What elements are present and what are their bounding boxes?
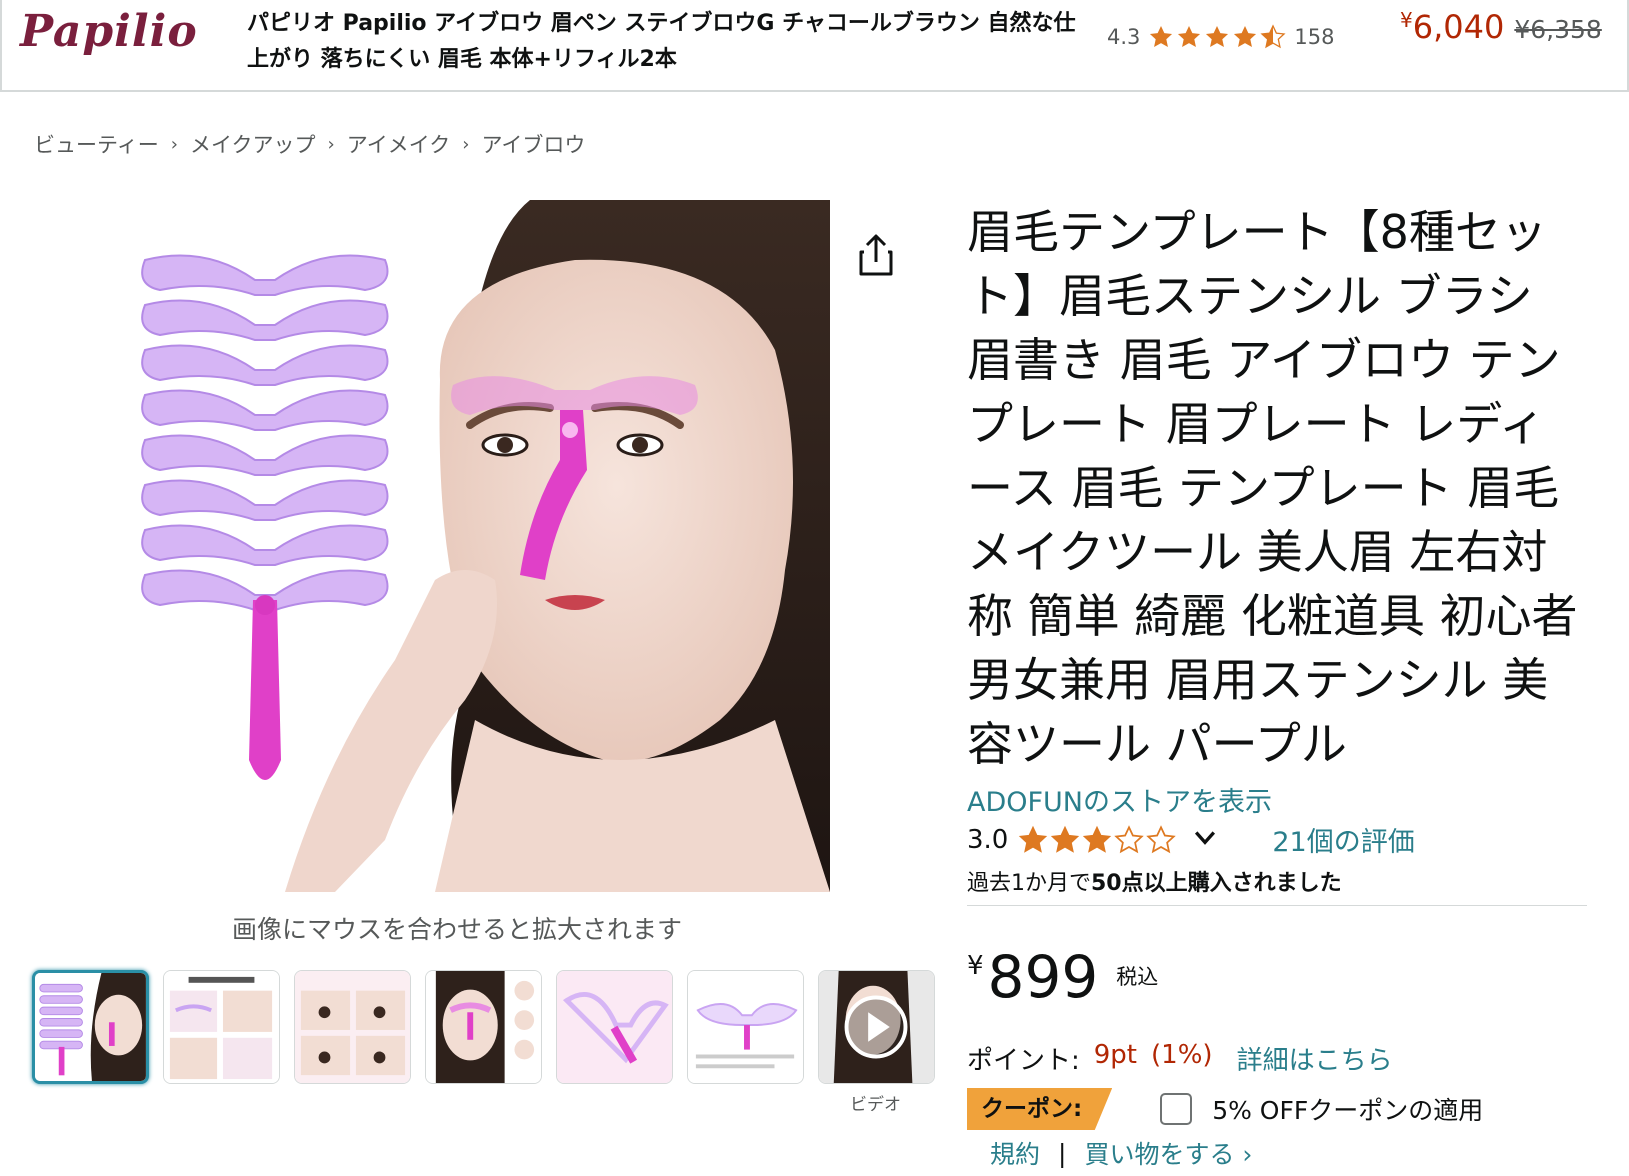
thumbnail-1[interactable] <box>32 970 149 1084</box>
star-rating[interactable] <box>1018 824 1177 855</box>
coupon-terms-row: 規約 | 買い物をする › <box>990 1135 1252 1171</box>
rating-value: 3.0 <box>967 824 1009 855</box>
divider <box>967 905 1587 906</box>
coupon-badge: クーポン: <box>967 1088 1113 1130</box>
empty-star-icon <box>1114 824 1145 855</box>
banner-current-price: ¥6,040 <box>1400 8 1504 46</box>
banner-star-rating <box>1148 24 1286 50</box>
points-row: ポイント: 9pt (1%) 詳細はこちら <box>967 1040 1393 1077</box>
breadcrumb-item-makeup[interactable]: メイクアップ <box>190 129 316 159</box>
price: ¥ 899 税込 <box>967 945 1158 1009</box>
star-icon <box>1050 825 1080 855</box>
thumbnail-image <box>426 971 541 1083</box>
banner-product-title[interactable]: パピリオ Papilio アイブロウ 眉ペン ステイブロウG チャコールブラウン… <box>247 6 1077 78</box>
star-icon <box>1232 24 1258 50</box>
chevron-down-icon[interactable] <box>1194 827 1216 852</box>
reviews-link[interactable]: 21個の評価 <box>1272 820 1414 859</box>
thumbnail-image <box>35 973 146 1081</box>
brand-logo[interactable]: Papilio <box>20 6 198 57</box>
coupon-checkbox[interactable] <box>1160 1093 1193 1125</box>
purchase-stats-count: 50点以上購入されました <box>1091 871 1342 896</box>
thumbnail-5[interactable] <box>556 970 673 1084</box>
empty-star-icon <box>1146 824 1177 855</box>
banner-list-price: ¥6,358 <box>1514 15 1602 44</box>
tax-note: 税込 <box>1116 965 1159 989</box>
breadcrumb-separator: › <box>327 133 335 155</box>
breadcrumb-item-eyebrow[interactable]: アイブロウ <box>481 129 585 159</box>
shop-link[interactable]: 買い物をする › <box>1084 1135 1252 1171</box>
points-value: 9pt <box>1093 1040 1138 1070</box>
star-icon <box>1176 24 1202 50</box>
banner-rating-value: 4.3 <box>1107 25 1141 49</box>
banner-price-amount: 6,040 <box>1412 8 1505 46</box>
thumbnail-4[interactable] <box>425 970 542 1084</box>
banner-rating[interactable]: 4.3 158 <box>1107 24 1335 50</box>
coupon-row: クーポン: 5% OFFクーポンの適用 <box>967 1088 1483 1130</box>
purchase-stats: 過去1か月で50点以上購入されました <box>967 865 1342 897</box>
half-star-icon <box>1260 24 1286 50</box>
price-amount: 899 <box>987 943 1099 1011</box>
thumbnail-3[interactable] <box>294 970 411 1084</box>
banner-price[interactable]: ¥6,040 ¥6,358 <box>1400 8 1602 46</box>
sponsored-banner[interactable]: Papilio パピリオ Papilio アイブロウ 眉ペン ステイブロウG チ… <box>0 0 1629 92</box>
banner-currency-symbol: ¥ <box>1400 8 1413 32</box>
points-label: ポイント: <box>967 1046 1080 1076</box>
banner-rating-count: 158 <box>1294 25 1335 49</box>
purchase-stats-prefix: 過去1か月で <box>967 871 1091 896</box>
thumbnail-6[interactable] <box>687 970 804 1084</box>
zoom-hint: 画像にマウスを合わせると拡大されます <box>232 915 683 944</box>
store-link[interactable]: ADOFUNのストアを表示 <box>967 780 1272 819</box>
video-thumbnail-image <box>819 971 934 1083</box>
breadcrumb-item-beauty[interactable]: ビューティー <box>34 129 159 159</box>
product-rating[interactable]: 3.0 21個の評価 <box>967 820 1415 859</box>
points-details-link[interactable]: 詳細はこちら <box>1237 1040 1393 1077</box>
terms-separator: | <box>1058 1138 1067 1168</box>
thumbnail-image <box>688 971 803 1083</box>
product-title: 眉毛テンプレート【8種セット】眉毛ステンシル ブラシ 眉書き 眉毛 アイブロウ … <box>967 205 1578 771</box>
thumbnail-strip <box>32 970 935 1084</box>
main-product-image[interactable] <box>135 200 830 892</box>
star-icon <box>1018 825 1048 855</box>
breadcrumb-separator: › <box>170 133 178 155</box>
coupon-text[interactable]: 5% OFFクーポンの適用 <box>1212 1091 1483 1127</box>
star-icon <box>1148 24 1174 50</box>
points-percent: (1%) <box>1151 1040 1213 1070</box>
star-icon <box>1082 825 1112 855</box>
breadcrumb: ビューティー › メイクアップ › アイメイク › アイブロウ <box>34 129 585 159</box>
breadcrumb-separator: › <box>462 133 470 155</box>
thumbnail-image <box>164 971 279 1083</box>
star-icon <box>1204 24 1230 50</box>
thumbnail-2[interactable] <box>163 970 280 1084</box>
currency-symbol: ¥ <box>967 951 984 981</box>
share-icon[interactable] <box>856 232 896 278</box>
breadcrumb-item-eye-makeup[interactable]: アイメイク <box>347 129 451 159</box>
video-label: ビデオ <box>850 1095 901 1115</box>
thumbnail-video[interactable] <box>818 970 935 1084</box>
thumbnail-image <box>295 971 410 1083</box>
thumbnail-image <box>557 971 672 1083</box>
terms-link[interactable]: 規約 <box>990 1135 1040 1171</box>
eyebrow-template-illustration <box>135 200 830 892</box>
